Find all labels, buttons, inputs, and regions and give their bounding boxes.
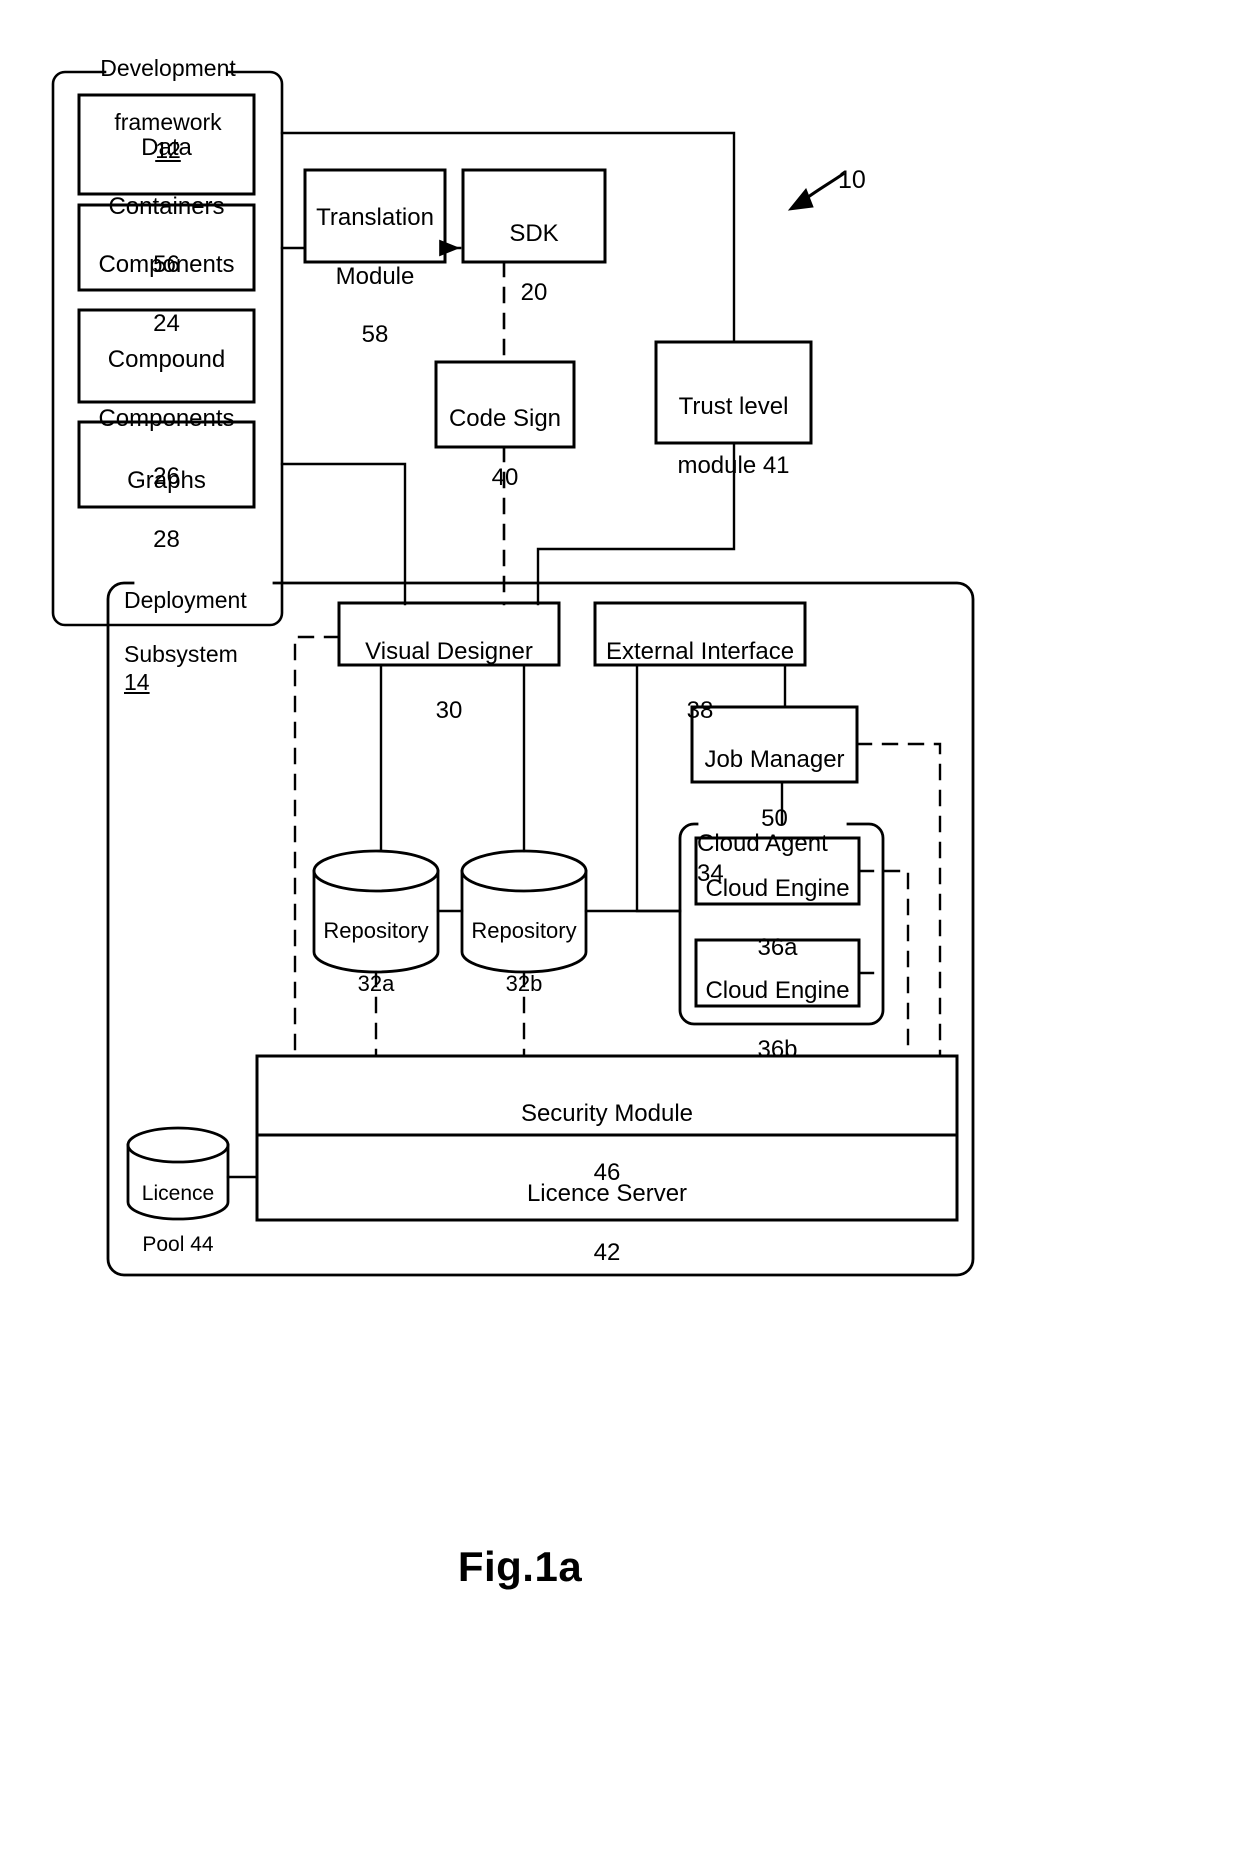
box-licence-server [255,1133,959,1222]
box-components [77,203,256,292]
box-cloud-engine-36b [694,938,861,1008]
box-sdk [461,168,607,264]
system-reference-arrowhead [787,188,814,211]
connector-data-containers-to-trust [280,131,736,344]
box-translation-module [303,168,447,264]
cylinder-licence-pool [126,1126,230,1221]
deployment-subsystem-container [106,581,975,1277]
box-data-containers [77,93,256,196]
cylinder-repository-32b [460,849,588,974]
box-code-sign [434,360,576,449]
box-trust-level-module [654,340,813,445]
connector-vd-dashed-left-rail [293,635,341,1058]
box-graphs [77,420,256,509]
diagram-canvas [51,70,975,1277]
box-visual-designer [337,601,561,667]
box-job-manager [690,705,859,784]
box-cloud-engine-36a [694,836,861,906]
figure-page: Development framework 12 Data Containers… [0,0,1240,1857]
connector-jm-dashed-right [855,742,942,1058]
box-security-module [255,1054,959,1137]
box-compound-components [77,308,256,404]
cloud-agent-container [678,822,885,1026]
connector-trust-to-deployment [536,441,736,606]
cylinder-repository-32a [312,849,440,974]
box-external-interface [593,601,807,667]
development-framework-container [51,70,284,627]
connector-ei-down [635,663,682,913]
